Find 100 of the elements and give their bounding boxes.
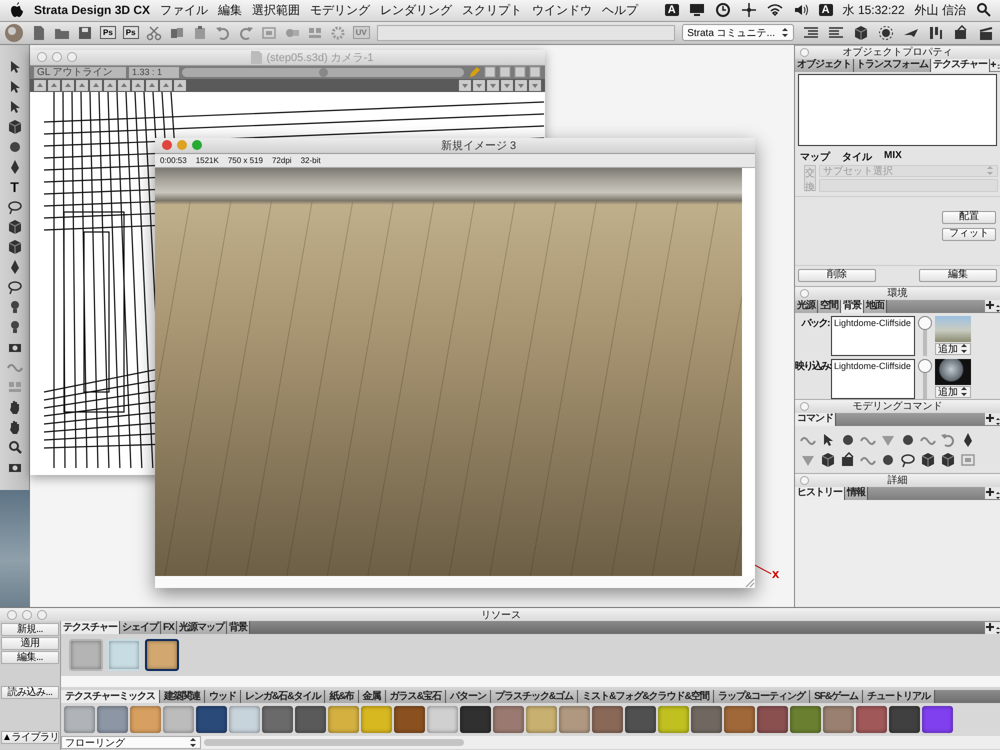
tab[interactable]: ウッド [205, 690, 241, 704]
slider-thumb[interactable] [319, 68, 328, 77]
text-field[interactable] [376, 24, 676, 41]
tab[interactable]: ミスト&フォグ&クラウド&空間 [578, 690, 714, 704]
material-swatch[interactable] [262, 706, 293, 734]
material-swatch[interactable] [526, 706, 557, 734]
tab[interactable]: テクスチャー [931, 58, 990, 72]
add-dropdown[interactable]: 追加 [935, 342, 971, 355]
tab[interactable]: SF&ゲーム [810, 690, 864, 704]
menu-item[interactable]: 選択範囲 [252, 2, 300, 19]
tab[interactable]: 光源マップ [176, 621, 227, 634]
aspect-ratio-dropdown[interactable]: 1.33 : 1 [129, 66, 179, 78]
clapperboard-icon[interactable] [978, 24, 994, 41]
texture-thumbnail[interactable] [145, 639, 179, 672]
tab[interactable]: ガラス&宝石 [386, 690, 446, 704]
panel-button[interactable]: フィット [942, 228, 996, 241]
apple-icon[interactable] [10, 2, 24, 18]
texture-thumbnail[interactable] [107, 639, 141, 672]
slider-track[interactable] [918, 316, 932, 356]
material-swatch[interactable] [130, 706, 161, 734]
view-icon[interactable] [499, 66, 511, 78]
tab[interactable]: テクスチャー [61, 621, 120, 634]
undo-icon[interactable] [214, 24, 231, 41]
list-box[interactable]: Lightdome-Cliffside [831, 358, 915, 399]
material-swatch[interactable] [229, 706, 260, 734]
slider-thumb[interactable] [918, 358, 932, 373]
material-swatch[interactable] [922, 706, 953, 734]
window-button[interactable] [162, 140, 172, 150]
tab[interactable]: 金属 [358, 690, 386, 704]
material-swatch[interactable] [493, 706, 524, 734]
tab[interactable]: 背景 [841, 300, 864, 313]
bars-icon[interactable] [928, 24, 944, 41]
material-swatch[interactable] [163, 706, 194, 734]
material-swatch[interactable] [97, 706, 128, 734]
community-dropdown[interactable]: Strata コミュニテ... [682, 24, 794, 42]
add-menu-icon[interactable] [985, 300, 1000, 312]
tab[interactable]: チュートリアル [863, 690, 936, 704]
panel-button[interactable]: 配置 [942, 210, 996, 224]
tab[interactable]: 地面 [864, 300, 887, 313]
tab[interactable]: 空間 [818, 300, 841, 313]
material-swatch[interactable] [823, 706, 854, 734]
material-swatch[interactable] [361, 706, 392, 734]
view-icon[interactable] [529, 66, 541, 78]
clock-text[interactable]: 水 15:32:22 [842, 2, 905, 19]
slider-track[interactable] [918, 358, 932, 399]
search-icon[interactable] [976, 2, 992, 18]
material-swatch[interactable] [394, 706, 425, 734]
side-button[interactable]: 新規... [1, 623, 59, 636]
tab[interactable]: 建築関連 [160, 690, 205, 704]
list-box[interactable]: Lightdome-Cliffside [831, 316, 915, 356]
cube-icon[interactable] [6, 238, 22, 255]
tab[interactable]: 情報 [845, 486, 868, 500]
cube-icon[interactable] [853, 24, 869, 41]
tab[interactable]: テクスチャーミックス [61, 690, 160, 704]
crosshair-icon[interactable] [740, 2, 757, 18]
cube-icon[interactable] [6, 218, 22, 235]
photoshop-button[interactable]: Ps [122, 26, 139, 40]
tab[interactable]: トランスフォーム [854, 58, 931, 72]
text-tool-button[interactable]: T [10, 178, 19, 195]
add-menu-icon[interactable] [985, 487, 1000, 500]
material-swatch[interactable] [427, 706, 458, 734]
tab[interactable]: ラップ&コーティング [714, 690, 810, 704]
pencil-icon[interactable] [467, 65, 481, 80]
material-swatch[interactable] [658, 706, 689, 734]
tab[interactable]: シェイプ [120, 621, 161, 634]
scroll-bar[interactable] [204, 739, 464, 746]
scissors-icon[interactable] [146, 24, 162, 41]
redo-icon[interactable] [238, 24, 254, 41]
side-button[interactable]: 編集... [1, 651, 59, 664]
tab[interactable]: FX [161, 621, 177, 634]
material-swatch[interactable] [64, 706, 95, 734]
resize-grip-icon[interactable] [743, 576, 755, 588]
view-icon[interactable] [514, 66, 526, 78]
view-icon[interactable] [484, 66, 496, 78]
cube-icon[interactable] [940, 452, 956, 468]
material-swatch[interactable] [559, 706, 590, 734]
box-icon[interactable] [953, 24, 969, 41]
tab[interactable]: コマンド [795, 412, 836, 426]
lines-icon[interactable] [828, 24, 844, 41]
lasso-icon[interactable] [900, 452, 916, 468]
monitor-icon[interactable] [688, 2, 705, 18]
material-swatch[interactable] [889, 706, 920, 734]
material-swatch[interactable] [328, 706, 359, 734]
tab[interactable]: 紙&布 [325, 690, 359, 704]
tab[interactable]: ヒストリー [795, 486, 845, 500]
panel-button[interactable]: 削除 [798, 268, 876, 282]
display-mode-dropdown[interactable]: GL アウトライン [34, 66, 126, 78]
texture-thumbnail[interactable] [69, 639, 103, 672]
panel-button[interactable]: 編集 [919, 268, 997, 282]
tab[interactable]: オブジェクト [795, 58, 854, 72]
material-swatch[interactable] [856, 706, 887, 734]
material-swatch[interactable] [691, 706, 722, 734]
menu-item[interactable]: ヘルプ [602, 2, 638, 19]
add-menu-icon[interactable] [990, 59, 1000, 72]
tab[interactable]: 光源 [795, 300, 818, 313]
menu-item[interactable]: モデリング [310, 2, 370, 19]
lasso-icon[interactable] [6, 278, 22, 295]
add-menu-icon[interactable] [985, 413, 1000, 426]
material-swatch[interactable] [724, 706, 755, 734]
sun-icon[interactable] [878, 24, 894, 41]
